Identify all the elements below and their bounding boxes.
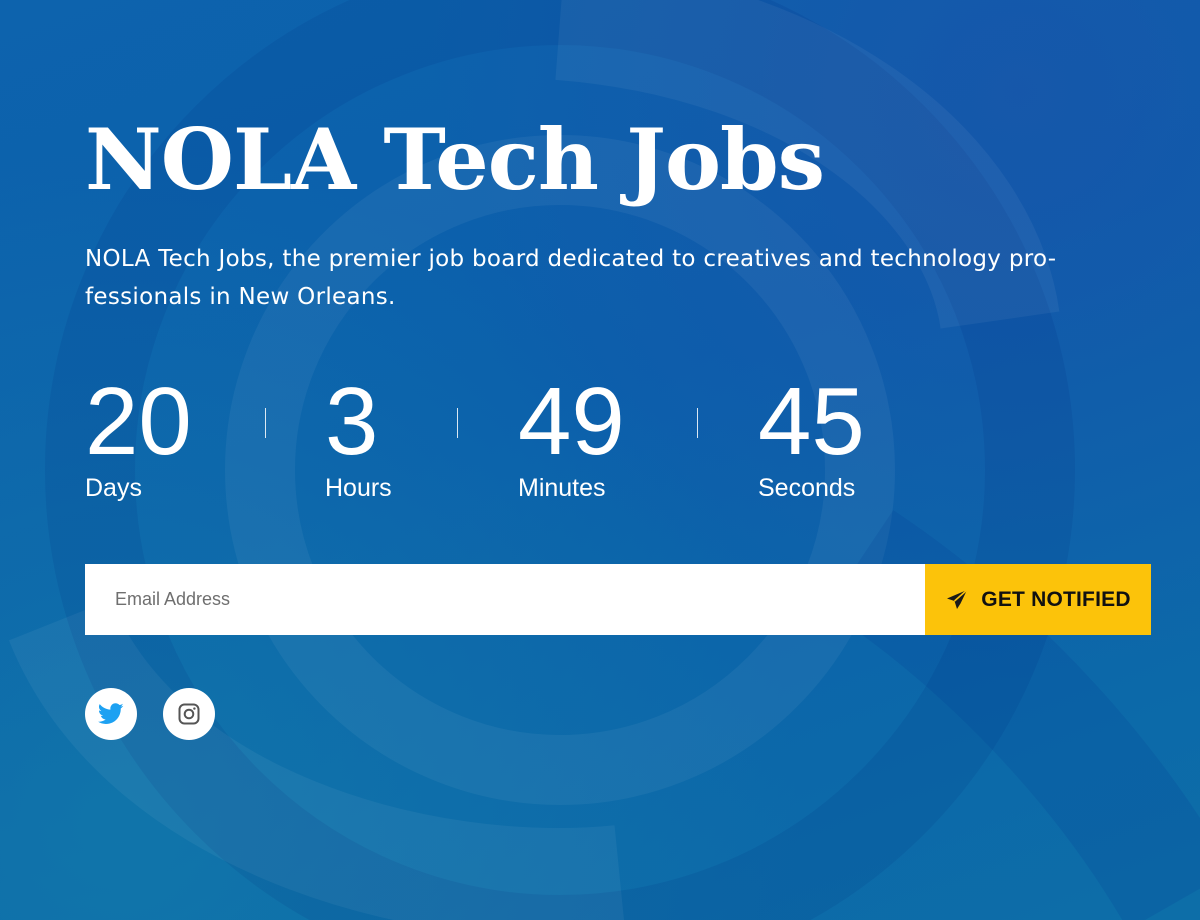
twitter-link[interactable] <box>85 688 137 740</box>
countdown-separator <box>697 408 698 438</box>
get-notified-label: GET NOTIFIED <box>981 587 1131 611</box>
countdown-timer: 20 Days 3 Hours 49 Minutes 45 Seconds <box>85 370 985 510</box>
countdown-days-label: Days <box>85 474 142 502</box>
instagram-icon <box>178 703 200 725</box>
twitter-icon <box>98 703 124 724</box>
hero-content: NOLA Tech Jobs NOLA Tech Jobs, the premi… <box>85 0 1155 920</box>
countdown-minutes-value: 49 <box>518 368 625 475</box>
notify-form: GET NOTIFIED <box>85 564 1151 635</box>
get-notified-button[interactable]: GET NOTIFIED <box>925 564 1151 635</box>
page-title: NOLA Tech Jobs <box>85 110 825 209</box>
countdown-minutes: 49 Minutes <box>518 368 625 503</box>
countdown-days: 20 Days <box>85 368 192 503</box>
countdown-hours-value: 3 <box>325 368 379 475</box>
page-description: NOLA Tech Jobs, the premier job board de… <box>85 246 1057 310</box>
countdown-seconds-label: Seconds <box>758 474 856 502</box>
countdown-separator <box>265 408 266 438</box>
paper-plane-icon <box>947 588 968 609</box>
countdown-seconds: 45 Seconds <box>758 368 865 503</box>
countdown-hours-label: Hours <box>325 474 392 502</box>
social-links <box>85 688 215 740</box>
instagram-link[interactable] <box>163 688 215 740</box>
countdown-seconds-value: 45 <box>758 368 865 475</box>
countdown-separator <box>457 408 458 438</box>
email-field[interactable] <box>85 564 925 635</box>
countdown-days-value: 20 <box>85 368 192 475</box>
countdown-hours: 3 Hours <box>325 368 392 503</box>
countdown-minutes-label: Minutes <box>518 474 606 502</box>
